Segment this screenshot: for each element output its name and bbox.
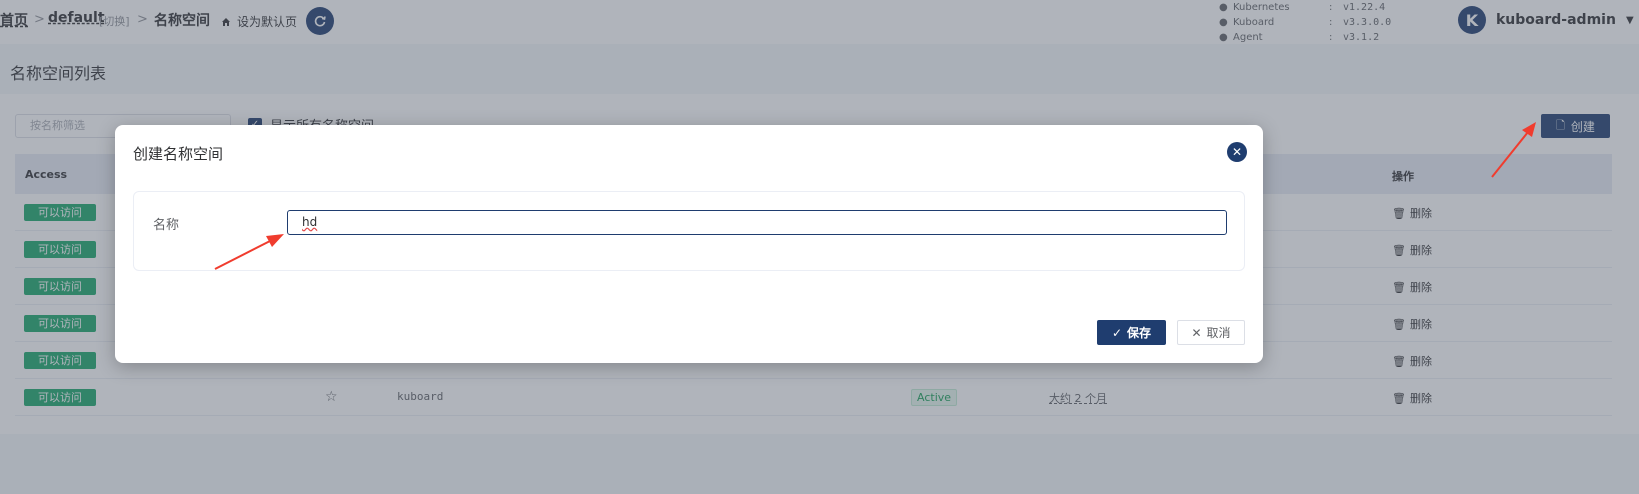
cancel-label: 取消 [1206, 326, 1231, 340]
name-input-value: hd [302, 215, 318, 229]
form-section: 名称 hd [133, 191, 1245, 271]
save-label: 保存 [1127, 326, 1152, 340]
name-label: 名称 [153, 218, 180, 233]
dialog-title: 创建名称空间 [133, 145, 224, 163]
name-input[interactable]: hd [287, 210, 1227, 235]
check-icon: ✓ [1111, 325, 1123, 340]
save-button[interactable]: ✓ 保存 [1097, 320, 1166, 345]
create-namespace-dialog: 创建名称空间 ✕ 名称 hd ✓ 保存 ✕ 取消 [115, 125, 1263, 363]
close-icon[interactable]: ✕ [1227, 142, 1247, 162]
close-icon: ✕ [1191, 325, 1202, 340]
cancel-button[interactable]: ✕ 取消 [1177, 320, 1245, 345]
